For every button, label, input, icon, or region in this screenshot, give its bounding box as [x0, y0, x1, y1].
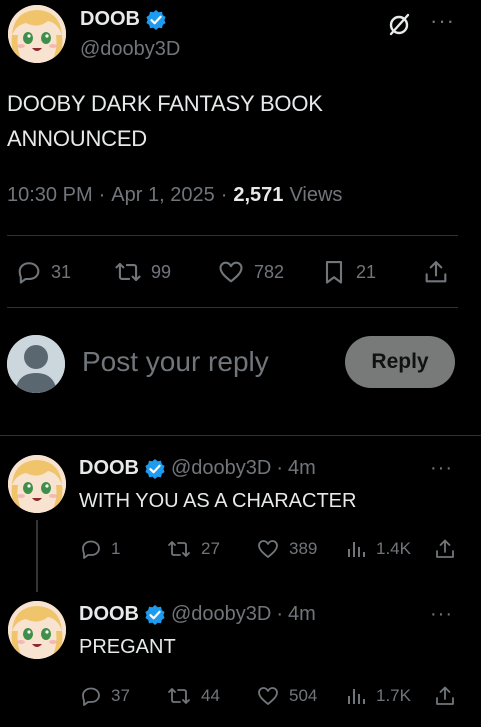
reply-button[interactable]: 1	[79, 537, 120, 561]
reply-time[interactable]: 4m	[288, 457, 316, 480]
divider	[7, 307, 458, 308]
share-icon	[422, 258, 450, 286]
tweet-text-line-2: ANNOUNCED	[7, 126, 147, 151]
reply-submit-button[interactable]: Reply	[345, 336, 455, 388]
views-icon	[344, 537, 368, 561]
author-avatar[interactable]	[8, 5, 66, 63]
like-button[interactable]: 782	[216, 258, 284, 286]
like-icon	[216, 258, 246, 286]
more-icon[interactable]: ···	[430, 8, 455, 34]
meta-separator: ·	[98, 184, 106, 206]
like-count: 782	[254, 261, 285, 282]
reply-avatar[interactable]	[8, 601, 66, 659]
share-button[interactable]	[433, 537, 457, 561]
repost-icon	[165, 684, 193, 708]
repost-icon	[113, 258, 143, 286]
share-icon	[433, 684, 457, 708]
repost-button[interactable]: 44	[165, 684, 220, 708]
reply-count: 31	[51, 261, 72, 282]
reply-text: WITH YOU AS A CHARACTER	[79, 490, 357, 512]
repost-button[interactable]: 27	[165, 537, 220, 561]
reply-author-handle[interactable]: @dooby3D	[171, 457, 271, 480]
views-count: 1.4K	[376, 539, 411, 558]
like-button[interactable]: 504	[255, 684, 317, 708]
views-label: Views	[289, 184, 343, 206]
divider	[0, 435, 481, 436]
share-button[interactable]	[422, 258, 450, 286]
reply-author-handle[interactable]: @dooby3D	[171, 603, 271, 626]
reply-author-name[interactable]: DOOB	[79, 603, 139, 626]
more-icon[interactable]: ···	[430, 457, 453, 480]
tweet-time[interactable]: 10:30 PM	[7, 184, 93, 207]
reply-avatar[interactable]	[8, 455, 66, 513]
verified-badge-icon	[144, 604, 166, 626]
reply-button[interactable]: 37	[79, 684, 130, 708]
divider	[7, 235, 458, 236]
bookmark-icon	[320, 258, 348, 286]
author-name[interactable]: DOOB	[80, 8, 140, 31]
reply-icon	[79, 537, 103, 561]
share-icon	[433, 537, 457, 561]
author-handle[interactable]: @dooby3D	[80, 38, 180, 61]
current-user-avatar[interactable]	[7, 335, 65, 393]
repost-count: 27	[201, 539, 220, 558]
like-button[interactable]: 389	[255, 537, 317, 561]
views-count: 1.7K	[376, 686, 411, 705]
repost-button[interactable]: 99	[113, 258, 171, 286]
reply-text: PREGANT	[79, 636, 176, 658]
reply-count: 1	[111, 539, 121, 558]
views-icon	[344, 684, 368, 708]
reply-author-name[interactable]: DOOB	[79, 457, 139, 480]
bookmark-count: 21	[356, 261, 377, 282]
repost-icon	[165, 537, 193, 561]
grok-icon[interactable]	[386, 12, 412, 38]
repost-count: 44	[201, 686, 220, 705]
like-icon	[255, 684, 281, 708]
more-icon[interactable]: ···	[430, 603, 453, 626]
reply-icon	[79, 684, 103, 708]
reply-count: 37	[111, 686, 130, 705]
meta-separator: ·	[276, 457, 284, 479]
verified-badge-icon	[144, 458, 166, 480]
default-avatar-icon	[7, 335, 65, 393]
reply-icon	[15, 258, 43, 286]
reply-time[interactable]: 4m	[288, 603, 316, 626]
views-count: 2,571	[233, 184, 284, 206]
reply-button[interactable]: 31	[15, 258, 71, 286]
verified-badge-icon	[145, 9, 167, 31]
thread-connector	[36, 520, 38, 592]
reply-input[interactable]: Post your reply	[82, 346, 269, 378]
meta-separator: ·	[220, 184, 228, 206]
like-count: 504	[289, 686, 318, 705]
like-count: 389	[289, 539, 318, 558]
views-button[interactable]: 1.4K	[344, 537, 411, 561]
tweet-date[interactable]: Apr 1, 2025	[111, 184, 214, 207]
meta-separator: ·	[276, 603, 284, 625]
like-icon	[255, 537, 281, 561]
bookmark-button[interactable]: 21	[320, 258, 376, 286]
views-button[interactable]: 1.7K	[344, 684, 411, 708]
share-button[interactable]	[433, 684, 457, 708]
tweet-text-line-1: DOOBY DARK FANTASY BOOK	[7, 91, 323, 116]
repost-count: 99	[151, 261, 172, 282]
